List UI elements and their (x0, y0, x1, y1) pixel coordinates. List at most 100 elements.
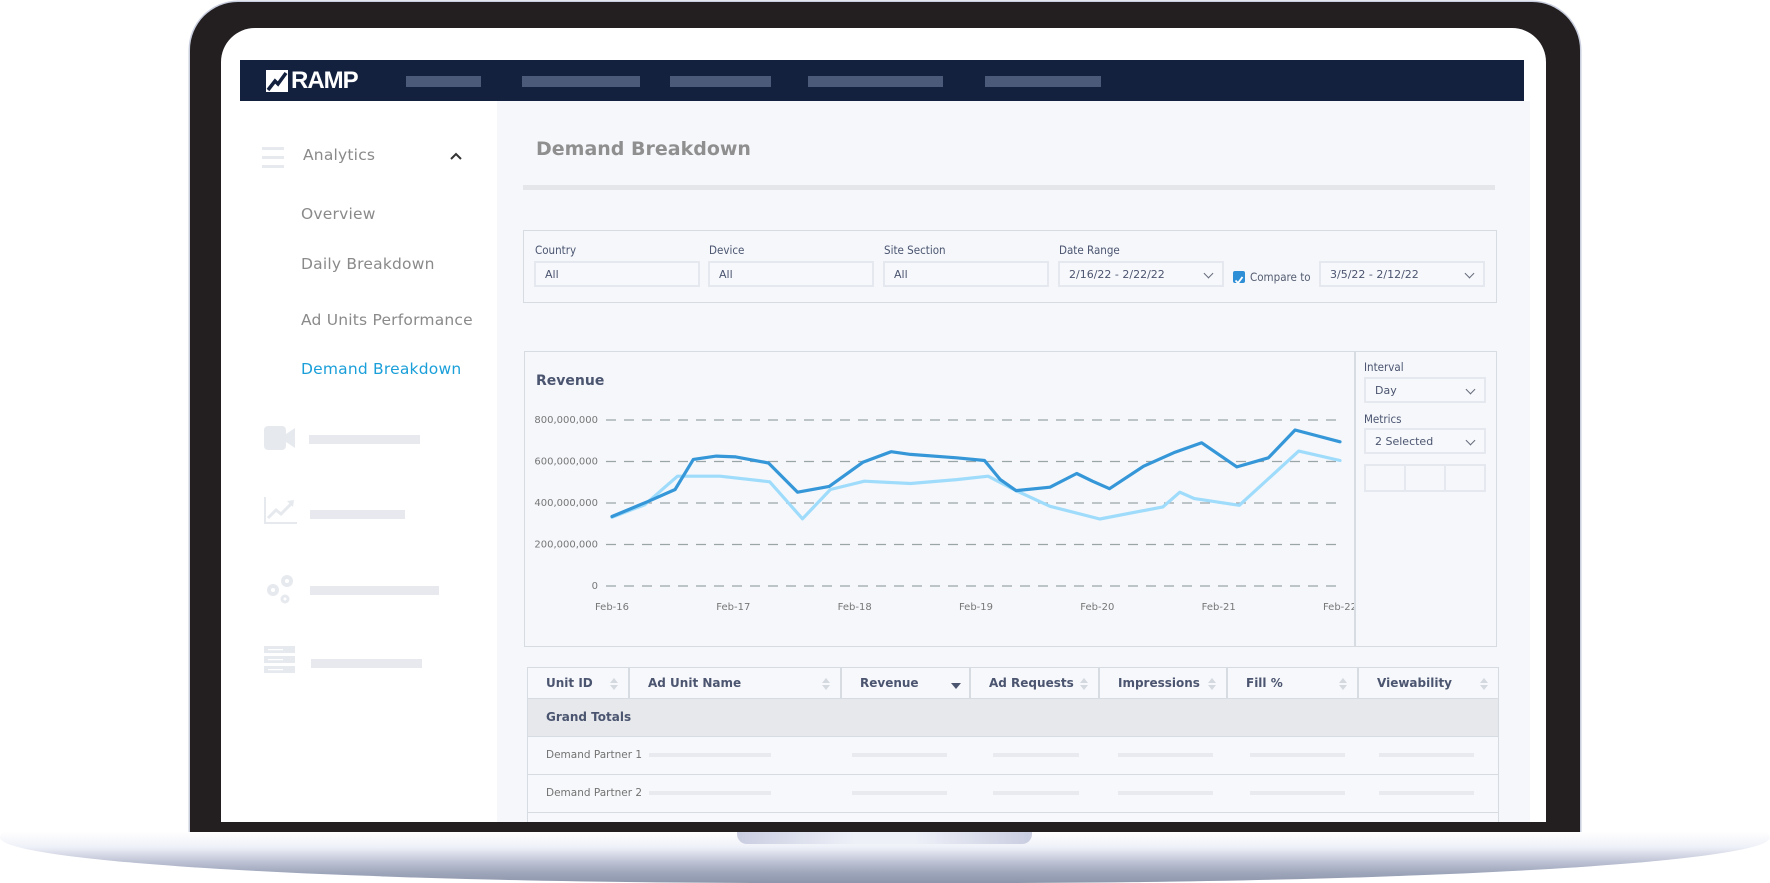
date-range-select[interactable]: 2/16/22 - 2/22/22 (1058, 261, 1224, 287)
table-row[interactable]: Demand Partner 2 (527, 775, 1499, 813)
top-navbar: RAMP (240, 60, 1524, 101)
nav-item-placeholder[interactable] (808, 76, 943, 87)
interval-value: Day (1375, 383, 1397, 397)
x-tick-label: Feb-16 (595, 602, 629, 613)
chevron-down-icon (1203, 268, 1214, 279)
y-tick-label: 0 (592, 581, 598, 592)
sidebar: Analytics Overview Daily Breakdown Ad Un… (240, 101, 497, 822)
laptop-screen: RAMP Analytics Overview Daily Breakdown … (221, 28, 1546, 822)
site-section-label: Site Section (884, 243, 946, 257)
nav-item-placeholder[interactable] (670, 76, 771, 87)
column-header-impressions[interactable]: Impressions (1099, 667, 1227, 699)
column-header-ad-requests[interactable]: Ad Requests (970, 667, 1099, 699)
revenue-line-chart: 0 200,000,000 400,000,000 600,000,000 800,00… (534, 415, 1355, 613)
compare-checkbox[interactable] (1233, 271, 1245, 285)
table-row[interactable]: Demand Partner 1 (527, 737, 1499, 775)
sidebar-section-servers[interactable] (240, 646, 497, 676)
chevron-up-icon[interactable] (449, 151, 463, 161)
device-field[interactable]: All (708, 261, 874, 287)
table-header: Unit ID Ad Unit Name Revenue Ad Requests… (527, 667, 1499, 699)
sidebar-label-placeholder (311, 659, 422, 668)
x-tick-label: Feb-19 (959, 602, 993, 613)
x-tick-label: Feb-22 (1323, 602, 1355, 613)
sort-desc-icon (951, 678, 961, 692)
date-range-label: Date Range (1059, 243, 1120, 257)
title-divider (523, 185, 1495, 190)
chevron-down-icon (1465, 384, 1476, 395)
nav-item-placeholder[interactable] (406, 76, 481, 87)
cell-placeholder (1250, 791, 1345, 795)
cell-placeholder (993, 791, 1079, 795)
x-tick-label: Feb-20 (1080, 602, 1114, 613)
sidebar-section-analytics[interactable]: Analytics (240, 142, 497, 172)
sidebar-label-placeholder (309, 435, 420, 444)
sort-icon (1339, 678, 1347, 692)
column-header-ad-unit-name[interactable]: Ad Unit Name (629, 667, 841, 699)
sidebar-item-ad-units-performance[interactable]: Ad Units Performance (301, 311, 473, 329)
cell-placeholder (649, 791, 771, 795)
y-tick-label: 600,000,000 (534, 457, 598, 468)
site-section-field[interactable]: All (883, 261, 1049, 287)
sidebar-item-overview[interactable]: Overview (301, 205, 376, 223)
country-field[interactable]: All (534, 261, 700, 287)
metric-swatch[interactable] (1406, 464, 1446, 492)
y-tick-label: 800,000,000 (534, 415, 598, 426)
sort-icon (1080, 678, 1088, 692)
metric-swatch-group (1364, 464, 1486, 492)
compare-date-select[interactable]: 3/5/22 - 2/12/22 (1319, 261, 1485, 287)
interval-select[interactable]: Day (1364, 377, 1486, 403)
trend-chart-icon (264, 497, 297, 524)
row-label: Demand Partner 1 (546, 749, 643, 761)
nav-item-placeholder[interactable] (985, 76, 1101, 87)
country-label: Country (535, 243, 577, 257)
hamburger-icon (262, 147, 284, 168)
y-tick-label: 400,000,000 (534, 498, 598, 509)
column-header-unit-id[interactable]: Unit ID (527, 667, 629, 699)
sort-icon (610, 678, 618, 692)
main-content: Demand Breakdown Country All Device All … (497, 101, 1530, 822)
cell-placeholder (649, 753, 771, 757)
sidebar-section-settings[interactable] (240, 573, 497, 607)
sort-icon (1208, 678, 1216, 692)
sidebar-section-reports[interactable] (240, 497, 497, 527)
column-header-fill-pct[interactable]: Fill % (1227, 667, 1358, 699)
demand-table: Unit ID Ad Unit Name Revenue Ad Requests… (527, 667, 1499, 822)
revenue-chart-panel: Revenue 0 200,000,000 400,000,000 600,000,0… (524, 351, 1356, 647)
x-tick-label: Feb-17 (716, 602, 750, 613)
sort-icon (1480, 678, 1488, 692)
device-label: Device (709, 243, 745, 257)
y-tick-label: 200,000,000 (534, 540, 598, 551)
cell-placeholder (1379, 753, 1474, 757)
grand-totals-label: Grand Totals (546, 710, 632, 724)
chart-controls-panel: Interval Day Metrics 2 Selected (1354, 351, 1497, 647)
sidebar-item-demand-breakdown[interactable]: Demand Breakdown (301, 360, 461, 378)
ramp-logo-icon (266, 70, 288, 92)
x-tick-label: Feb-18 (838, 602, 872, 613)
metrics-select[interactable]: 2 Selected (1364, 428, 1486, 454)
cell-placeholder (1250, 753, 1345, 757)
metric-swatch[interactable] (1446, 464, 1486, 492)
chevron-down-icon (1465, 435, 1476, 446)
ramp-logo[interactable]: RAMP (265, 67, 359, 94)
metric-swatch[interactable] (1364, 464, 1406, 492)
laptop-hinge-notch (737, 832, 1032, 844)
filters-panel: Country All Device All Site Section All … (523, 230, 1497, 303)
compare-label: Compare to (1250, 270, 1311, 284)
server-icon (264, 646, 295, 673)
grand-totals-row: Grand Totals (527, 699, 1499, 737)
nav-item-placeholder[interactable] (522, 76, 640, 87)
table-row[interactable]: Demand Partner 3 (527, 813, 1499, 822)
cell-placeholder (1118, 791, 1213, 795)
column-header-viewability[interactable]: Viewability (1358, 667, 1499, 699)
cell-placeholder (852, 791, 947, 795)
gears-icon (267, 575, 293, 604)
cell-placeholder (1118, 753, 1213, 757)
sidebar-section-label: Analytics (303, 146, 376, 164)
column-header-revenue[interactable]: Revenue (841, 667, 970, 699)
chevron-down-icon (1464, 268, 1475, 279)
checkmark-icon (1234, 276, 1244, 285)
sidebar-section-video[interactable] (240, 424, 497, 454)
video-camera-icon (264, 426, 295, 450)
sidebar-item-daily-breakdown[interactable]: Daily Breakdown (301, 255, 435, 273)
page-title: Demand Breakdown (536, 138, 751, 160)
